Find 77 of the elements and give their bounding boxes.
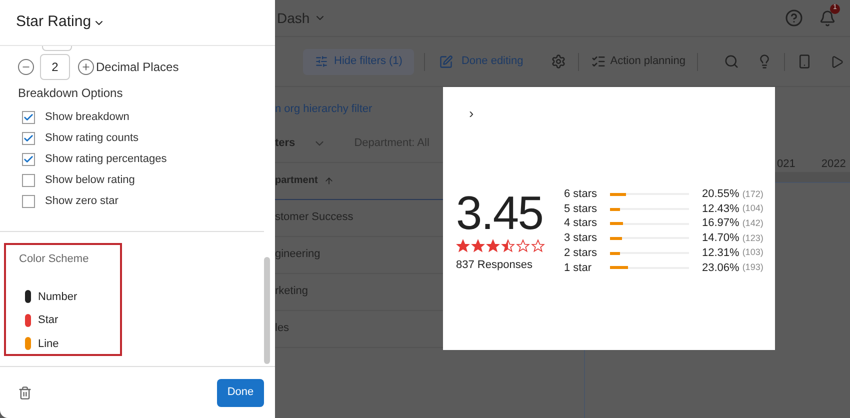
trash-icon[interactable] — [18, 386, 32, 400]
sort-arrow-icon[interactable] — [324, 176, 334, 186]
help-icon[interactable] — [785, 9, 803, 27]
settings-icon[interactable] — [551, 54, 566, 69]
done-editing-button[interactable]: Done editing — [435, 53, 528, 70]
color-swatch[interactable] — [25, 314, 31, 327]
action-planning-button[interactable]: Action planning — [591, 53, 686, 70]
rating-count: (123) — [742, 232, 764, 245]
rating-count: (104) — [742, 202, 764, 216]
rating-count: (142) — [742, 216, 764, 230]
hide-filters-button[interactable]: Hide filters (1) — [303, 48, 414, 74]
star-icon — [471, 239, 485, 253]
plus-icon — [81, 62, 91, 72]
swatch-label: Star — [38, 313, 58, 328]
scrollbar-thumb[interactable] — [264, 257, 270, 364]
done-button[interactable]: Done — [217, 378, 264, 406]
checkbox[interactable] — [22, 194, 35, 208]
rating-label: 3 stars — [564, 231, 598, 246]
checkbox[interactable] — [22, 110, 35, 124]
option-label: Show zero star — [45, 194, 118, 209]
option-label: Show rating counts — [45, 130, 139, 146]
rating-count: (193) — [742, 261, 764, 274]
section-title: Color Scheme — [19, 252, 90, 267]
increment-button[interactable] — [78, 59, 94, 75]
rating-label: 6 stars — [564, 187, 598, 202]
rating-count: (103) — [742, 246, 764, 260]
swatch-label: Number — [38, 290, 78, 304]
color-swatch[interactable] — [25, 290, 31, 304]
option-label: Show breakdown — [45, 110, 130, 125]
checkbox[interactable] — [22, 152, 35, 166]
star-icon — [516, 239, 530, 253]
axis-label: 2022 — [821, 157, 846, 172]
rating-percent: 23.06% — [702, 260, 740, 276]
rating-label: 2 stars — [564, 246, 598, 261]
response-count: 837 Responses — [456, 258, 534, 273]
column-header[interactable]: partment — [275, 173, 318, 188]
axis-label: 021 — [777, 157, 796, 172]
decimal-input[interactable]: 2 — [40, 54, 70, 80]
expand-chevron[interactable]: › — [469, 106, 474, 120]
decimal-label: Decimal Places — [96, 59, 179, 76]
play-icon[interactable] — [830, 54, 844, 68]
rating-label: 4 stars — [564, 216, 598, 232]
star-icon — [531, 239, 545, 253]
section-title: Breakdown Options — [18, 85, 124, 102]
table-cell-text: les — [275, 321, 290, 336]
star-icon — [456, 239, 470, 253]
rating-count: (172) — [742, 188, 764, 201]
rating-label: 1 star — [564, 260, 593, 276]
rating-percent: 12.31% — [702, 246, 740, 261]
swatch-label: Line — [38, 336, 59, 352]
rating-percent: 12.43% — [702, 202, 740, 217]
pencil-icon — [439, 54, 454, 68]
table-cell-text: rketing — [275, 284, 308, 300]
rating-percent: 16.97% — [702, 216, 740, 232]
star-icon — [501, 239, 515, 253]
table-cell-text: stomer Success — [275, 210, 354, 226]
widget-type-dropdown[interactable]: Star Rating — [16, 11, 106, 34]
sliders-icon — [315, 55, 328, 68]
filters-label: ters — [275, 136, 296, 152]
star-icon — [486, 239, 500, 253]
average-score: 3.45 — [456, 189, 544, 237]
phone-icon[interactable] — [797, 54, 812, 69]
rating-percent: 20.55% — [702, 187, 740, 202]
bell-icon[interactable] — [819, 10, 836, 26]
list-icon — [591, 54, 606, 69]
rating-label: 5 stars — [564, 202, 598, 217]
option-label: Show rating percentages — [45, 152, 167, 167]
table-cell-text: gineering — [275, 247, 320, 262]
color-swatch[interactable] — [25, 337, 31, 350]
search-icon[interactable] — [724, 54, 740, 69]
checkbox[interactable] — [22, 132, 35, 144]
option-label: Show below rating — [45, 172, 135, 188]
rating-percent: 14.70% — [702, 231, 740, 246]
checkbox[interactable] — [22, 174, 35, 186]
hierarchy-filter-link[interactable]: n org hierarchy filter — [275, 101, 372, 118]
decrement-button[interactable] — [18, 59, 34, 75]
dashboard-title[interactable]: Dash — [277, 8, 326, 28]
